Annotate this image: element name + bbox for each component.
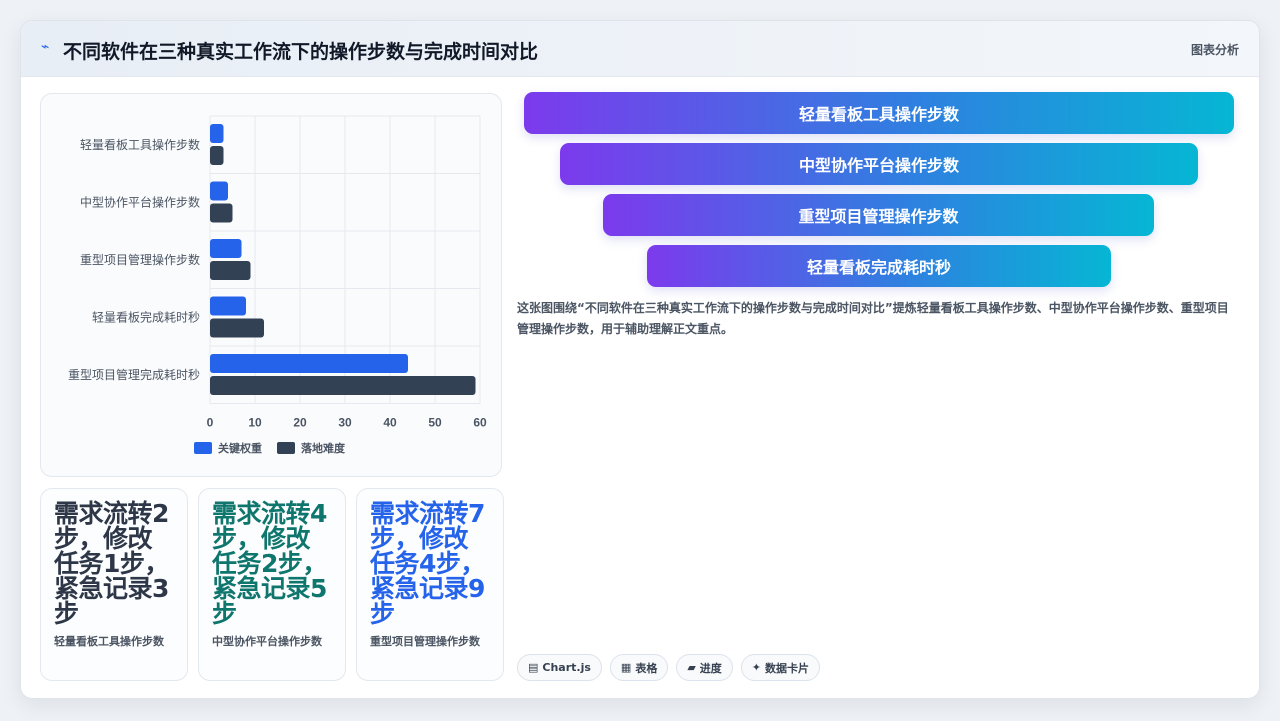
legend-swatch [194, 442, 212, 454]
table-icon: ▦ [620, 661, 632, 674]
tag-label: Chart.js [542, 661, 591, 674]
tag-label: 进度 [699, 661, 722, 675]
bar-difficulty [210, 146, 224, 165]
metric-label: 轻量看板工具操作步数 [54, 635, 164, 648]
metric-card-light: 需求流转2步，修改任务1步，紧急记录3步 轻量看板工具操作步数 [40, 488, 188, 681]
bar-difficulty [210, 203, 233, 223]
metric-card-heavy: 需求流转7步，修改任务4步，紧急记录9步 重型项目管理操作步数 [356, 488, 504, 681]
funnel-bar-4: 轻量看板完成耗时秒 [647, 245, 1111, 287]
funnel-bar-3: 重型项目管理操作步数 [603, 194, 1154, 236]
bar-key-weight [210, 181, 228, 201]
metric-value: 需求流转7步，修改任务4步，紧急记录9步 [370, 499, 485, 628]
page-title: 不同软件在三种真实工作流下的操作步数与完成时间对比 [63, 41, 539, 63]
tag-table[interactable]: ▦ 表格 [609, 654, 669, 681]
tag-chartjs[interactable]: ▤ Chart.js [517, 654, 602, 681]
tag-progress[interactable]: ▰ 进度 [676, 654, 733, 681]
chart-description: 这张图围绕“不同软件在三种真实工作流下的操作步数与完成时间对比”提炼轻量看板工具… [517, 301, 1229, 336]
x-tick-label: 10 [248, 416, 262, 430]
x-tick-label: 0 [207, 416, 214, 430]
bar-chart-card: 0 10 20 30 40 50 60 轻量看板工具操作步数 中型协作平台操作步数 重型项目管理操… [40, 93, 502, 477]
funnel-bar-1: 轻量看板工具操作步数 [524, 92, 1234, 134]
metric-value: 需求流转4步，修改任务2步，紧急记录5步 [212, 499, 327, 628]
bar-key-weight [210, 239, 242, 258]
legend-label: 落地难度 [301, 441, 346, 455]
bar-key-weight [210, 296, 246, 316]
metric-label: 中型协作平台操作步数 [212, 635, 322, 648]
y-tick-label: 重型项目管理操作步数 [80, 252, 200, 267]
bar-difficulty [210, 318, 264, 338]
y-tick-label: 轻量看板完成耗时秒 [92, 309, 200, 324]
header: ⌁ 不同软件在三种真实工作流下的操作步数与完成时间对比 图表分析 [21, 21, 1259, 77]
metric-value: 需求流转2步，修改任务1步，紧急记录3步 [54, 499, 169, 628]
trend-line-icon: ⌁ [41, 39, 50, 55]
x-tick-label: 40 [383, 416, 397, 430]
progress-icon: ▰ [687, 661, 696, 674]
bar-key-weight [210, 124, 224, 143]
y-tick-label: 轻量看板工具操作步数 [80, 137, 200, 152]
x-tick-label: 30 [338, 416, 352, 430]
legend-swatch [277, 442, 295, 454]
data-card-icon: ✦ [751, 661, 762, 674]
tag-row: ▤ Chart.js ▦ 表格 ▰ 进度 ✦ 数据卡片 [517, 654, 821, 681]
x-tick-label: 20 [293, 416, 307, 430]
chart-analysis-link[interactable]: 图表分析 [1191, 41, 1239, 58]
tag-label: 数据卡片 [765, 661, 810, 675]
metric-card-medium: 需求流转4步，修改任务2步，紧急记录5步 中型协作平台操作步数 [198, 488, 346, 681]
bar-difficulty [210, 261, 251, 280]
metric-label: 重型项目管理操作步数 [370, 635, 480, 648]
legend-label: 关键权重 [218, 441, 262, 455]
bar-difficulty [210, 376, 476, 395]
x-tick-label: 50 [428, 416, 442, 430]
main-panel: ⌁ 不同软件在三种真实工作流下的操作步数与完成时间对比 图表分析 0 10 20 30… [20, 20, 1260, 699]
x-tick-label: 60 [473, 416, 487, 430]
bar-key-weight [210, 354, 408, 373]
y-tick-label: 重型项目管理完成耗时秒 [68, 367, 200, 382]
chart-icon: ▤ [528, 661, 539, 674]
bar-chart: 0 10 20 30 40 50 60 轻量看板工具操作步数中型协作平台操作步数重型项目管理操… [68, 115, 487, 455]
tag-label: 表格 [635, 661, 658, 675]
tag-data-card[interactable]: ✦ 数据卡片 [740, 654, 821, 681]
y-tick-label: 中型协作平台操作步数 [80, 194, 200, 209]
funnel-bar-2: 中型协作平台操作步数 [560, 143, 1198, 185]
